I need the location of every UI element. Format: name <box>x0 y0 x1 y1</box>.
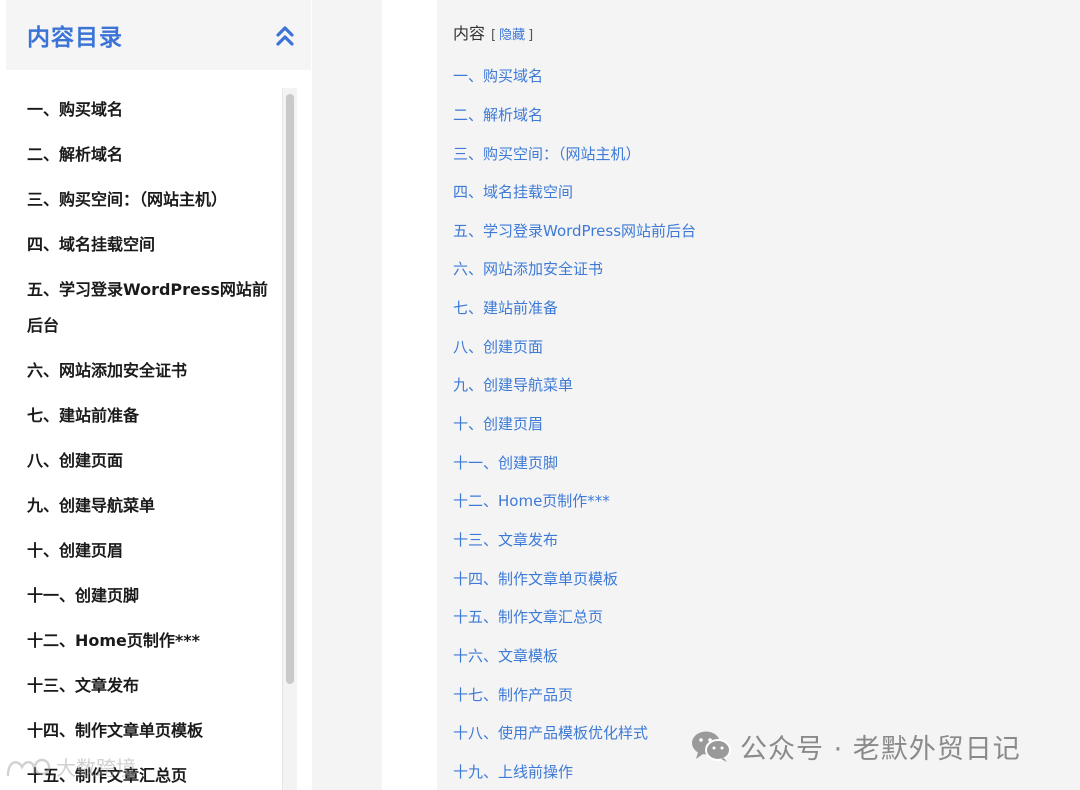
contents-link[interactable]: 十一、创建页脚 <box>453 452 558 473</box>
contents-link[interactable]: 十九、上线前操作 <box>453 761 573 782</box>
toc-widget-header: 内容目录 <box>6 0 311 70</box>
wechat-watermark: 公众号 · 老默外贸日记 <box>690 728 1021 765</box>
brand-logo-icon <box>6 758 51 776</box>
toc-widget: 内容目录 一、购买域名 二、解析域名 三、购买空间：（网站主机） 四、域名挂载空… <box>6 0 311 790</box>
toc-item[interactable]: 三、购买空间：（网站主机） <box>27 182 275 218</box>
contents-link[interactable]: 六、网站添加安全证书 <box>453 258 603 279</box>
contents-link[interactable]: 五、学习登录WordPress网站前后台 <box>453 220 696 241</box>
toc-item[interactable]: 十四、制作文章单页模板 <box>27 713 275 749</box>
contents-link[interactable]: 十五、制作文章汇总页 <box>453 606 603 627</box>
contents-link[interactable]: 十六、文章模板 <box>453 645 558 666</box>
bracket-close: ] <box>528 28 534 43</box>
contents-link[interactable]: 八、创建页面 <box>453 336 543 357</box>
scrollbar[interactable] <box>282 88 297 790</box>
wechat-icon <box>692 731 731 762</box>
toc-item[interactable]: 六、网站添加安全证书 <box>27 353 275 389</box>
collapse-button[interactable] <box>274 24 296 48</box>
scrollbar-thumb[interactable] <box>286 94 294 684</box>
brand-watermark: 大数跨境 <box>4 752 136 781</box>
toc-item[interactable]: 二、解析域名 <box>27 137 275 173</box>
contents-link[interactable]: 二、解析域名 <box>453 104 543 125</box>
double-chevron-up-icon <box>276 26 294 46</box>
contents-link[interactable]: 一、购买域名 <box>453 65 543 86</box>
toc-widget-title: 内容目录 <box>27 25 123 51</box>
contents-link[interactable]: 四、域名挂载空间 <box>453 181 573 202</box>
contents-link[interactable]: 十三、文章发布 <box>453 529 558 550</box>
toc-item[interactable]: 十、创建页眉 <box>27 533 275 569</box>
toc-item[interactable]: 十一、创建页脚 <box>27 578 275 614</box>
hide-toggle-link[interactable]: 隐藏 <box>499 28 525 43</box>
contents-link[interactable]: 十二、Home页制作*** <box>453 490 610 511</box>
toc-item[interactable]: 十三、文章发布 <box>27 668 275 704</box>
toc-item[interactable]: 一、购买域名 <box>27 92 275 128</box>
toc-widget-list: 一、购买域名 二、解析域名 三、购买空间：（网站主机） 四、域名挂载空间 五、学… <box>6 88 291 790</box>
page-gutter <box>312 0 382 790</box>
contents-link[interactable]: 三、购买空间：（网站主机） <box>453 143 641 164</box>
toc-item[interactable]: 九、创建导航菜单 <box>27 488 275 524</box>
contents-link[interactable]: 十八、使用产品模板优化样式 <box>453 722 648 743</box>
contents-link[interactable]: 十四、制作文章单页模板 <box>453 568 618 589</box>
toc-item[interactable]: 十二、Home页制作*** <box>27 623 275 659</box>
contents-link[interactable]: 九、创建导航菜单 <box>453 374 573 395</box>
contents-link[interactable]: 七、建站前准备 <box>453 297 558 318</box>
bracket-open: [ <box>491 28 497 43</box>
wechat-watermark-text: 公众号 · 老默外贸日记 <box>740 733 1021 765</box>
toc-item[interactable]: 五、学习登录WordPress网站前后台 <box>27 272 275 344</box>
contents-link[interactable]: 十七、制作产品页 <box>453 684 573 705</box>
toc-item[interactable]: 四、域名挂载空间 <box>27 227 275 263</box>
contents-link[interactable]: 十、创建页眉 <box>453 413 543 434</box>
brand-watermark-text: 大数跨境 <box>56 756 136 780</box>
toc-item[interactable]: 八、创建页面 <box>27 443 275 479</box>
contents-header: 内容 [隐藏] <box>453 20 533 44</box>
contents-title: 内容 <box>453 24 486 43</box>
toc-item[interactable]: 七、建站前准备 <box>27 398 275 434</box>
contents-box: 内容 [隐藏] 一、购买域名 二、解析域名 三、购买空间：（网站主机） 四、域名挂… <box>437 0 1080 790</box>
